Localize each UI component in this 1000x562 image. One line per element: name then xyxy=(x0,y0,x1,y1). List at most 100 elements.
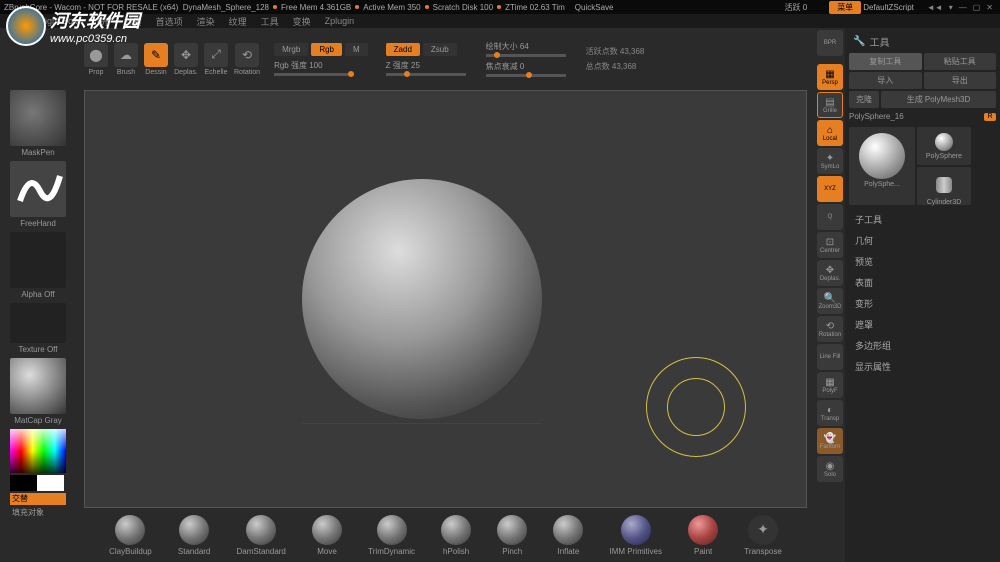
export-button[interactable]: 导出 xyxy=(924,72,997,89)
fill-button[interactable]: 填充对象 xyxy=(12,507,64,518)
brush-pinch[interactable]: Pinch xyxy=(497,515,527,556)
mrgb-button[interactable]: Mrgb xyxy=(274,43,308,56)
dot-icon xyxy=(273,5,277,9)
rgb-button[interactable]: Rgb xyxy=(311,43,342,56)
persp-button[interactable]: ▦Persp xyxy=(817,64,843,90)
polyf-button[interactable]: ▦PolyF xyxy=(817,372,843,398)
freehand-thumb[interactable] xyxy=(10,161,66,217)
menu-tools[interactable]: 工具 xyxy=(261,15,279,28)
brush-imm[interactable]: IMM Primitives xyxy=(610,515,662,556)
grille-button[interactable]: ▤Grille xyxy=(817,92,843,118)
brush-standard[interactable]: Standard xyxy=(178,515,210,556)
z-slider[interactable] xyxy=(386,73,466,76)
q-button[interactable]: Q xyxy=(817,204,843,230)
menu-transform[interactable]: 变换 xyxy=(293,15,311,28)
zoom3d-button[interactable]: 🔍Zoom3D xyxy=(817,288,843,314)
brush-paint[interactable]: Paint xyxy=(688,515,718,556)
close-icon[interactable]: ✕ xyxy=(986,3,993,12)
section-polygroup[interactable]: 多边形组 xyxy=(849,335,996,356)
tool-brush[interactable]: ☁Brush xyxy=(114,43,138,76)
xyz-button[interactable]: XYZ xyxy=(817,176,843,202)
menu-button[interactable]: 菜单 xyxy=(829,1,861,14)
dropdown-icon[interactable]: ▾ xyxy=(949,3,953,12)
alpha-label: Alpha Off xyxy=(2,290,74,299)
section-display[interactable]: 显示属性 xyxy=(849,356,996,377)
bpr-button[interactable]: BPR xyxy=(817,30,843,56)
active-points: 活跃点数 43,368 xyxy=(586,46,645,57)
matcap-thumb[interactable] xyxy=(10,358,66,414)
brush-move[interactable]: Move xyxy=(312,515,342,556)
zsub-button[interactable]: Zsub xyxy=(423,43,457,56)
z-intensity-label: Z 强度 25 xyxy=(386,60,466,71)
solo-button[interactable]: ◉Solo xyxy=(817,456,843,482)
zadd-button[interactable]: Zadd xyxy=(386,43,420,56)
menu-prefs[interactable]: 首选项 xyxy=(156,15,183,28)
import-button[interactable]: 导入 xyxy=(849,72,922,89)
swatch-white[interactable] xyxy=(37,475,64,491)
focal-slider[interactable] xyxy=(486,74,566,77)
brush-claybuildup[interactable]: ClayBuildup xyxy=(109,515,152,556)
panel-sections: 子工具 几何 预览 表面 变形 遮罩 多边形组 显示属性 xyxy=(849,209,996,377)
polymesh3d-button[interactable]: 生成 PolyMesh3D xyxy=(881,91,996,108)
quicksave-button[interactable]: QuickSave xyxy=(575,3,614,12)
rgb-slider[interactable] xyxy=(274,73,354,76)
linefill-button[interactable]: Line Fill xyxy=(817,344,843,370)
watermark-url: www.pc0359.cn xyxy=(50,33,140,45)
tool-prop[interactable]: ⬤Prop xyxy=(84,43,108,76)
maskpen-label: MaskPen xyxy=(2,148,74,157)
tool-cylinder3d[interactable]: Cylinder3D xyxy=(917,167,971,205)
dot-icon xyxy=(497,5,501,9)
m-button[interactable]: M xyxy=(345,43,368,56)
prev-icon[interactable]: ◄◄ xyxy=(927,3,943,12)
active-count: 活跃 0 xyxy=(785,2,808,13)
maskpen-thumb[interactable] xyxy=(10,90,66,146)
brush-trimdynamic[interactable]: TrimDynamic xyxy=(368,515,415,556)
brush-damstandard[interactable]: DamStandard xyxy=(237,515,286,556)
texture-thumb[interactable] xyxy=(10,303,66,343)
drawsize-label: 绘制大小 64 xyxy=(486,41,566,52)
minimize-icon[interactable]: — xyxy=(959,3,967,12)
tool-deplas[interactable]: ✥Deplas. xyxy=(174,43,198,76)
scratch: Scratch Disk 100 xyxy=(433,3,493,12)
maximize-icon[interactable]: ▢ xyxy=(973,3,981,12)
zscript[interactable]: DefaultZScript xyxy=(863,3,914,12)
copy-tool-button[interactable]: 复制工具 xyxy=(849,53,922,70)
drawsize-slider[interactable] xyxy=(486,54,566,57)
tool-dessin[interactable]: ✎Dessin xyxy=(144,43,168,76)
transp-button[interactable]: ◐Transp xyxy=(817,400,843,426)
symlo-button[interactable]: ✦SymLo xyxy=(817,148,843,174)
alpha-thumb[interactable] xyxy=(10,232,66,288)
focal-label: 焦点衰减 0 xyxy=(486,61,566,72)
brush-hpolish[interactable]: hPolish xyxy=(441,515,471,556)
deplas-button[interactable]: ✥Deplas. xyxy=(817,260,843,286)
fantom-button[interactable]: 👻Fantom xyxy=(817,428,843,454)
viewport[interactable] xyxy=(84,90,807,508)
local-button[interactable]: ⌂Local xyxy=(817,120,843,146)
section-preview[interactable]: 预览 xyxy=(849,251,996,272)
ztime: ZTime 02.63 Tim xyxy=(505,3,565,12)
sphere-object[interactable] xyxy=(302,179,542,419)
section-geometry[interactable]: 几何 xyxy=(849,230,996,251)
tool-rotation[interactable]: ⟲Rotation xyxy=(234,43,260,76)
centrer-button[interactable]: ⊡Centrer xyxy=(817,232,843,258)
section-deform[interactable]: 变形 xyxy=(849,293,996,314)
menu-zplugin[interactable]: Zplugin xyxy=(325,16,355,26)
brush-inflate[interactable]: Inflate xyxy=(553,515,583,556)
paste-tool-button[interactable]: 粘贴工具 xyxy=(924,53,997,70)
r-badge[interactable]: R xyxy=(984,113,996,121)
color-picker[interactable] xyxy=(10,429,66,473)
menu-texture[interactable]: 纹理 xyxy=(229,15,247,28)
swatch-black[interactable] xyxy=(10,475,37,491)
tool-polysphere-main[interactable]: PolySphe... xyxy=(849,127,915,205)
section-surface[interactable]: 表面 xyxy=(849,272,996,293)
tool-polysphere-small[interactable]: PolySphere xyxy=(917,127,971,165)
menubar: 首页 Light Box 灯光 材质 首选项 渲染 纹理 工具 变换 Zplug… xyxy=(0,14,1000,28)
menu-render[interactable]: 渲染 xyxy=(197,15,215,28)
brush-transpose[interactable]: ✦Transpose xyxy=(744,515,782,556)
rotation-button[interactable]: ⟲Rotation xyxy=(817,316,843,342)
clone-button[interactable]: 克隆 xyxy=(849,91,879,108)
jiaocha-button[interactable]: 交替 xyxy=(10,493,66,505)
section-mask[interactable]: 遮罩 xyxy=(849,314,996,335)
tool-echelle[interactable]: ⤢Echelle xyxy=(204,43,228,76)
section-subtool[interactable]: 子工具 xyxy=(849,209,996,230)
